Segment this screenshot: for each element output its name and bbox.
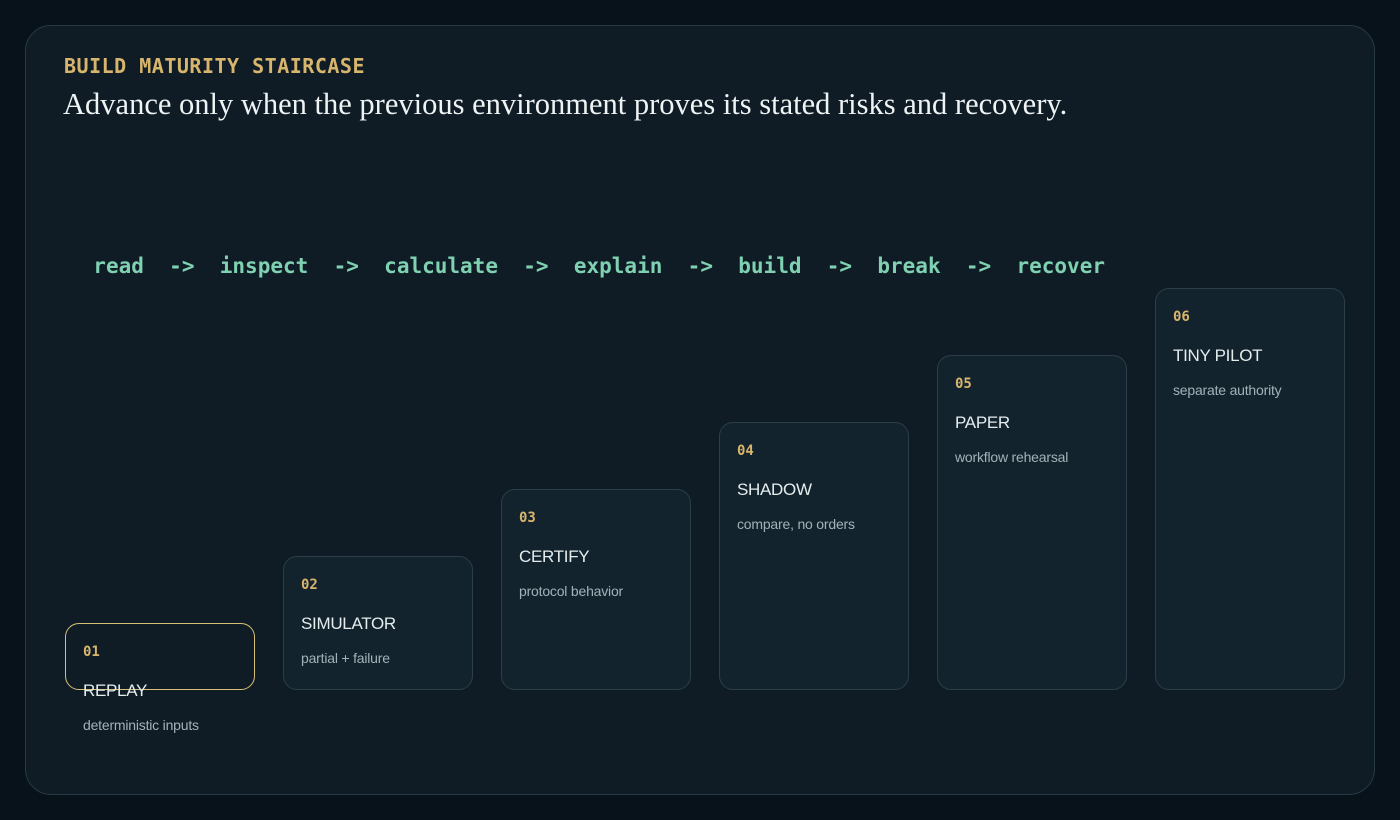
stair-step-description: compare, no orders (737, 516, 855, 532)
flow-arrow: -> (523, 254, 549, 278)
stair-step-certify[interactable]: 03 CERTIFY protocol behavior (501, 489, 691, 690)
stair-step-shadow[interactable]: 04 SHADOW compare, no orders (719, 422, 909, 690)
stair-step-number: 03 (519, 510, 536, 526)
stair-step-paper[interactable]: 05 PAPER workflow rehearsal (937, 355, 1127, 690)
flow-step-break: break (877, 254, 941, 278)
section-eyebrow: BUILD MATURITY STAIRCASE (64, 54, 365, 78)
stair-step-description: protocol behavior (519, 583, 623, 599)
stair-step-title: PAPER (955, 413, 1010, 432)
flow-step-read: read (93, 254, 144, 278)
flow-arrow: -> (826, 254, 853, 278)
stair-step-title: SIMULATOR (301, 614, 396, 633)
stair-step-description: workflow rehearsal (955, 449, 1069, 465)
stair-step-description: deterministic inputs (83, 717, 199, 733)
flow-step-build: build (738, 254, 802, 278)
flow-arrow: -> (965, 254, 992, 278)
flow-arrow: -> (169, 254, 195, 278)
flow-step-calculate: calculate (384, 254, 498, 278)
stair-step-description: partial + failure (301, 650, 390, 666)
page-headline: Advance only when the previous environme… (63, 87, 1068, 121)
stair-step-title: REPLAY (83, 681, 148, 700)
stair-step-title: CERTIFY (519, 547, 590, 566)
stair-step-number: 06 (1173, 309, 1190, 325)
stair-step-replay[interactable]: 01 REPLAY deterministic inputs (65, 623, 255, 733)
flow-step-inspect: inspect (219, 254, 309, 278)
stair-step-description: separate authority (1173, 382, 1282, 398)
flow-step-explain: explain (573, 254, 663, 278)
stair-step-simulator[interactable]: 02 SIMULATOR partial + failure (283, 556, 473, 690)
stair-step-title: TINY PILOT (1173, 346, 1263, 365)
stair-step-number: 02 (301, 577, 318, 593)
flow-arrow: -> (687, 254, 713, 278)
flow-arrow: -> (333, 254, 359, 278)
stair-step-number: 04 (737, 443, 754, 459)
stair-step-tiny-pilot[interactable]: 06 TINY PILOT separate authority (1155, 288, 1345, 690)
process-flow: read -> inspect -> calculate -> explain … (68, 230, 1105, 278)
flow-step-recover: recover (1016, 254, 1105, 278)
stair-step-number: 01 (83, 644, 100, 660)
stair-step-title: SHADOW (737, 480, 812, 499)
stair-step-number: 05 (955, 376, 972, 392)
